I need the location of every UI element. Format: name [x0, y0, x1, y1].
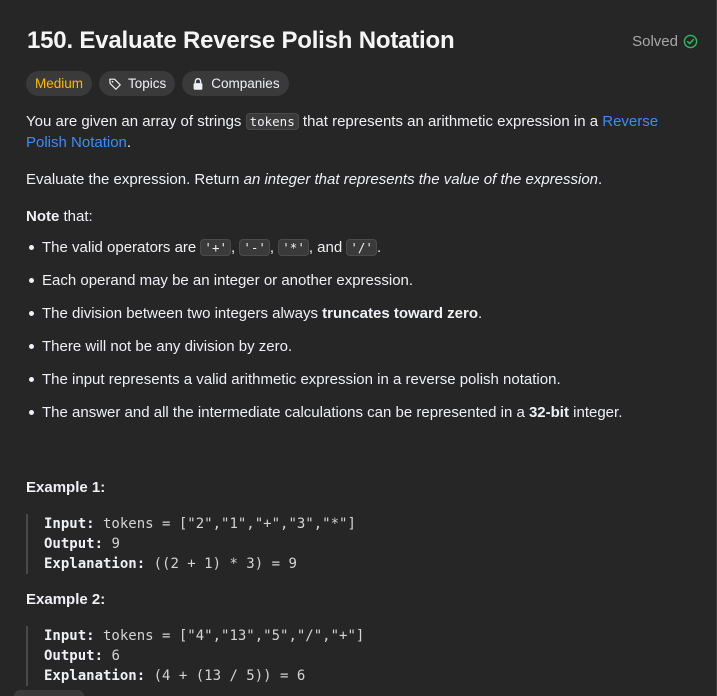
note-text: The input represents a valid arithmetic …	[42, 371, 561, 388]
tag-icon	[109, 78, 121, 90]
note-text: Each operand may be an integer or anothe…	[42, 272, 414, 289]
list-item: Each operand may be an integer or anothe…	[26, 270, 696, 291]
example-output-value: 6	[103, 648, 120, 664]
note-bold: 32-bit	[528, 404, 569, 421]
topics-label: Topics	[128, 76, 167, 91]
difficulty-badge: Medium	[26, 71, 93, 96]
problem-content: You are given an array of strings tokens…	[26, 111, 696, 686]
note-text: that:	[59, 208, 93, 225]
example-output-label: Output:	[44, 536, 104, 552]
note-text: The answer and all the intermediate calc…	[42, 404, 529, 421]
note-text: The division between two integers always	[42, 305, 323, 322]
list-item: The answer and all the intermediate calc…	[26, 402, 696, 423]
example-2-block: Input: tokens = ["4","13","5","/","+"] O…	[26, 626, 696, 686]
tag-row: Medium Topics Companies	[26, 71, 289, 96]
list-item: The input represents a valid arithmetic …	[26, 369, 696, 390]
problem-title[interactable]: 150. Evaluate Reverse Polish Notation	[27, 27, 455, 55]
note-text: There will not be any division by zero.	[42, 338, 293, 355]
companies-button[interactable]: Companies	[182, 71, 289, 96]
problem-description-panel: 150. Evaluate Reverse Polish Notation So…	[0, 0, 717, 696]
example-output-value: 9	[103, 536, 120, 552]
intro-text: You are given an array of strings	[26, 113, 246, 130]
example-explanation-value: ((2 + 1) * 3) = 9	[145, 556, 297, 572]
topics-button[interactable]: Topics	[99, 71, 176, 96]
evaluate-text: Evaluate the expression. Return	[26, 171, 244, 188]
operator-code: '*'	[278, 239, 309, 256]
note-text: The valid operators are	[42, 239, 201, 256]
example-explanation-label: Explanation:	[44, 556, 146, 572]
example-1-block: Input: tokens = ["2","1","+","3","*"] Ou…	[26, 514, 696, 574]
title-row: 150. Evaluate Reverse Polish Notation So…	[27, 24, 698, 58]
note-period: .	[478, 305, 483, 322]
example-1-title: Example 1:	[26, 479, 106, 496]
example-input-value: tokens = ["4","13","5","/","+"]	[94, 628, 365, 644]
intro-period: .	[126, 134, 132, 151]
example-explanation-value: (4 + (13 / 5)) = 6	[145, 668, 306, 684]
note-period: integer.	[568, 404, 623, 421]
note-period: .	[376, 239, 382, 256]
companies-label: Companies	[211, 76, 280, 91]
lock-icon	[193, 77, 203, 90]
evaluate-italic: an integer that represents the value of …	[243, 171, 599, 188]
example-output-label: Output:	[44, 648, 104, 664]
list-item: The division between two integers always…	[26, 303, 696, 324]
check-circle-icon	[683, 34, 698, 48]
example-input-label: Input:	[44, 516, 95, 532]
note-bold: truncates toward zero	[322, 305, 479, 322]
operator-code: '-'	[239, 239, 270, 256]
example-explanation-label: Explanation:	[44, 668, 146, 684]
separator: ,	[269, 239, 279, 256]
solved-status: Solved	[632, 33, 698, 50]
separator: , and	[308, 239, 347, 256]
note-paragraph: Note that:	[26, 206, 696, 227]
operator-code: '/'	[346, 239, 377, 256]
tokens-code: tokens	[245, 113, 299, 130]
example-2-title: Example 2:	[26, 591, 106, 608]
example-input-label: Input:	[44, 628, 95, 644]
solved-label: Solved	[632, 32, 678, 50]
note-label: Note	[26, 208, 60, 225]
list-item: The valid operators are '+', '-', '*', a…	[26, 237, 696, 258]
operator-code: '+'	[200, 239, 231, 256]
bottom-tab-handle[interactable]	[14, 690, 84, 696]
intro-text-2: that represents an arithmetic expression…	[298, 113, 603, 130]
difficulty-label: Medium	[35, 76, 84, 91]
intro-paragraph: You are given an array of strings tokens…	[26, 111, 696, 153]
evaluate-paragraph: Evaluate the expression. Return an integ…	[26, 169, 696, 190]
notes-list: The valid operators are '+', '-', '*', a…	[26, 237, 696, 423]
example-input-value: tokens = ["2","1","+","3","*"]	[94, 516, 356, 532]
list-item: There will not be any division by zero.	[26, 336, 696, 357]
evaluate-period: .	[598, 171, 603, 188]
